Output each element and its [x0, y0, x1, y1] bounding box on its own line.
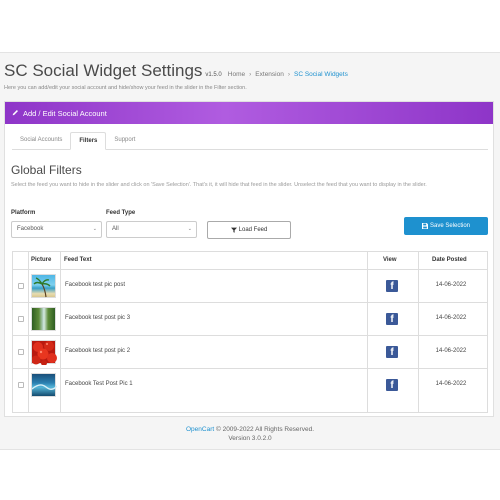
panel-heading: Add / Edit Social Account [5, 102, 493, 124]
beach-palm-photo [31, 274, 56, 298]
column-header-view: View [383, 257, 397, 263]
facebook-icon[interactable]: f [386, 346, 398, 358]
load-feed-button[interactable]: Load Feed [207, 221, 291, 239]
facebook-icon[interactable]: f [386, 280, 398, 292]
column-header-date-posted: Date Posted [432, 257, 467, 263]
global-filters-title: Global Filters [11, 163, 82, 177]
row-checkbox[interactable] [18, 316, 24, 322]
load-feed-label: Load Feed [238, 227, 268, 233]
tab-support[interactable]: Support [106, 132, 143, 149]
filter-icon [230, 227, 237, 233]
row-checkbox[interactable] [18, 382, 24, 388]
page-subtitle: Here you can add/edit your social accoun… [4, 85, 247, 91]
tomatoes-photo [31, 340, 57, 366]
breadcrumb-home[interactable]: Home [228, 71, 245, 78]
table-row: Facebook test pic post f 14-06-2022 [13, 269, 487, 302]
breadcrumb: Home › Extension › SC Social Widgets [226, 71, 350, 78]
date-posted: 14-06-2022 [435, 282, 467, 288]
save-selection-button[interactable]: Save Selection [404, 217, 488, 235]
platform-select-value: Facebook [17, 226, 44, 232]
column-header-picture: Picture [31, 257, 52, 263]
date-posted: 14-06-2022 [435, 315, 467, 321]
tab-bar: Social Accounts Filters Support [12, 132, 488, 150]
pencil-icon [12, 109, 19, 118]
facebook-icon[interactable]: f [386, 379, 398, 391]
platform-select[interactable]: Facebook ⌄ [11, 221, 102, 238]
breadcrumb-separator: › [249, 71, 252, 78]
date-posted: 14-06-2022 [435, 381, 467, 387]
row-checkbox[interactable] [18, 283, 24, 289]
version-label: v1.5.0 [205, 72, 222, 78]
breadcrumb-sc-social-widgets[interactable]: SC Social Widgets [294, 71, 348, 78]
breadcrumb-separator: › [287, 71, 291, 78]
column-header-feed-text: Feed Text [64, 257, 92, 263]
feed-type-select[interactable]: All ⌄ [106, 221, 197, 238]
page-title: SC Social Widget Settings [4, 61, 203, 80]
feed-text: Facebook test post pic 2 [65, 348, 131, 354]
ocean-wave-photo [31, 373, 58, 397]
feed-type-label: Feed Type [106, 210, 136, 216]
settings-panel: Add / Edit Social Account Social Account… [4, 101, 494, 417]
chevron-down-icon: ⌄ [92, 226, 97, 232]
feed-text: Facebook Test Post Pic 1 [65, 381, 133, 387]
feed-text: Facebook test pic post [65, 282, 126, 288]
filters-help-text: Select the feed you want to hide in the … [11, 182, 427, 188]
page-content: SC Social Widget Settings v1.5.0 Home › Ex… [0, 52, 500, 450]
chevron-down-icon: ⌄ [187, 226, 192, 232]
feed-table: Picture Feed Text View Date Posted Faceb… [12, 251, 488, 413]
table-row: Facebook test post pic 2 f 14-06-2022 [13, 335, 487, 368]
breadcrumb-extension[interactable]: Extension [255, 71, 284, 78]
footer-version: Version 3.0.2.0 [228, 435, 272, 442]
feed-type-select-value: All [112, 226, 119, 232]
footer: OpenCart © 2009-2022 All Rights Reserved… [0, 425, 500, 443]
tab-social-accounts[interactable]: Social Accounts [12, 132, 70, 149]
row-checkbox[interactable] [18, 349, 24, 355]
feed-text: Facebook test post pic 3 [65, 315, 131, 321]
waterfall-photo [31, 307, 56, 331]
tab-filters[interactable]: Filters [70, 132, 107, 150]
save-selection-label: Save Selection [429, 223, 471, 229]
save-icon [421, 223, 428, 229]
panel-title: Add / Edit Social Account [23, 108, 107, 118]
facebook-icon[interactable]: f [386, 313, 398, 325]
table-row: Facebook Test Post Pic 1 f 14-06-2022 [13, 368, 487, 401]
footer-copyright: © 2009-2022 All Rights Reserved. [215, 426, 314, 433]
page-header: SC Social Widget Settings v1.5.0 Home › Ex… [4, 61, 496, 91]
date-posted: 14-06-2022 [435, 348, 467, 354]
table-row: Facebook test post pic 3 f 14-06-2022 [13, 302, 487, 335]
footer-brand-link[interactable]: OpenCart [186, 426, 214, 433]
platform-label: Platform [11, 210, 36, 216]
